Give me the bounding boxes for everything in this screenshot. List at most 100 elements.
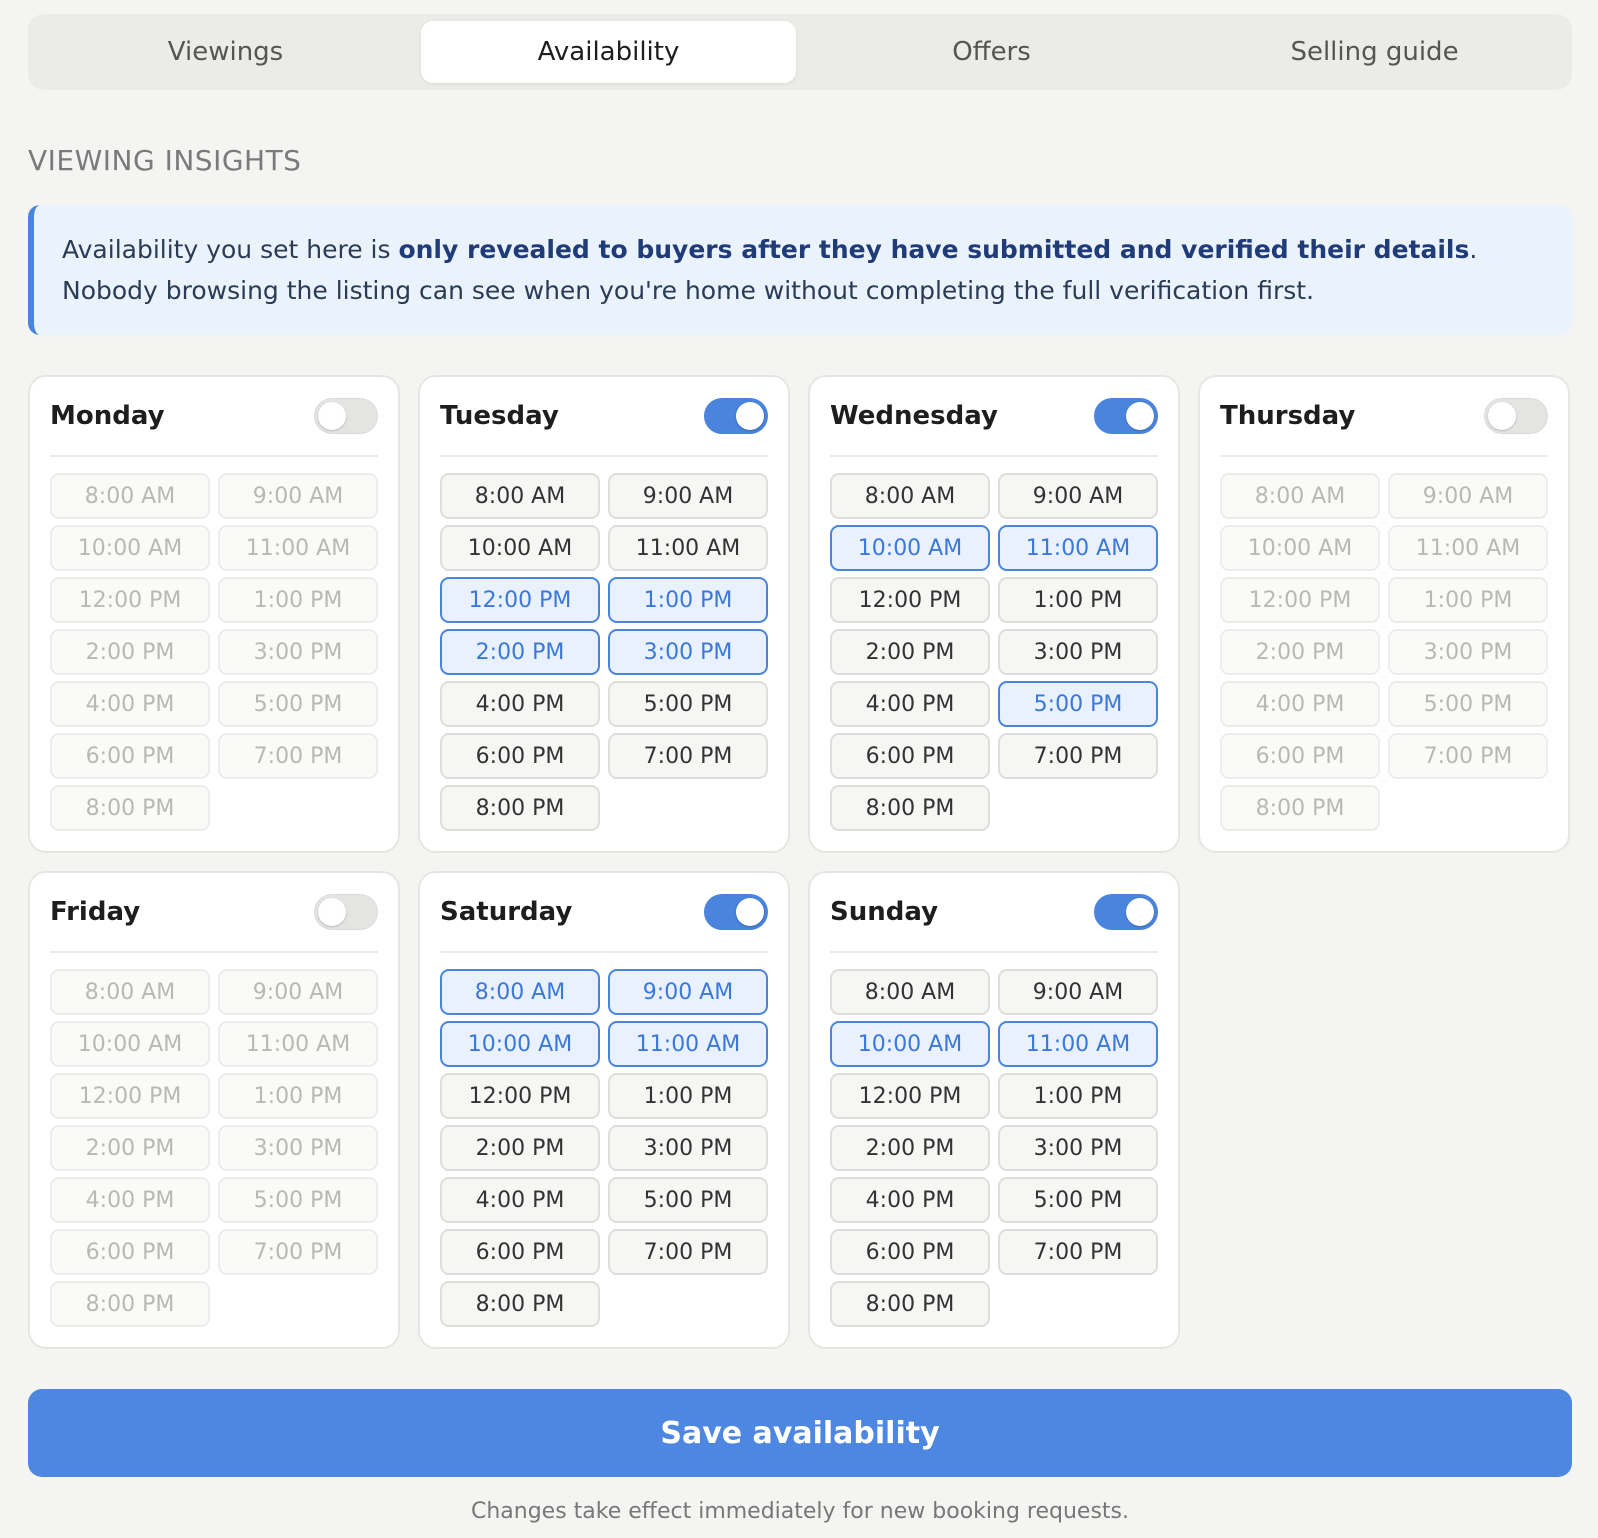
section-title: VIEWING INSIGHTS bbox=[28, 144, 302, 177]
time-slot[interactable]: 8:00 PM bbox=[830, 1281, 990, 1327]
time-slot[interactable]: 8:00 PM bbox=[830, 785, 990, 831]
time-slot: 9:00 AM bbox=[1388, 473, 1548, 519]
time-slot: 10:00 AM bbox=[1220, 525, 1380, 571]
time-slot: 12:00 PM bbox=[50, 577, 210, 623]
time-slot[interactable]: 9:00 AM bbox=[998, 969, 1158, 1015]
day-header: Monday bbox=[50, 377, 378, 457]
time-slot[interactable]: 6:00 PM bbox=[440, 733, 600, 779]
day-card-friday: Friday 8:00 AM 9:00 AM 10:00 AM 11:00 AM 12:0… bbox=[28, 871, 400, 1349]
time-slot[interactable]: 10:00 AM bbox=[830, 1021, 990, 1067]
time-slot: 7:00 PM bbox=[218, 733, 378, 779]
time-slot[interactable]: 5:00 PM bbox=[608, 1177, 768, 1223]
time-slot: 9:00 AM bbox=[218, 969, 378, 1015]
day-card-monday: Monday 8:00 AM 9:00 AM 10:00 AM 11:00 AM 12:0… bbox=[28, 375, 400, 853]
time-slot[interactable]: 9:00 AM bbox=[998, 473, 1158, 519]
day-card-thursday: Thursday 8:00 AM 9:00 AM 10:00 AM 11:00 AM 12… bbox=[1198, 375, 1570, 853]
time-slot: 7:00 PM bbox=[218, 1229, 378, 1275]
time-slot[interactable]: 5:00 PM bbox=[608, 681, 768, 727]
time-slot: 11:00 AM bbox=[218, 1021, 378, 1067]
time-slot[interactable]: 8:00 AM bbox=[830, 473, 990, 519]
time-slots: 8:00 AM 9:00 AM 10:00 AM 11:00 AM 12:00 PM 1:… bbox=[440, 969, 768, 1327]
save-availability-button[interactable]: Save availability bbox=[28, 1389, 1572, 1477]
time-slot[interactable]: 8:00 AM bbox=[830, 969, 990, 1015]
time-slot: 6:00 PM bbox=[1220, 733, 1380, 779]
day-header: Sunday bbox=[830, 873, 1158, 953]
time-slots: 8:00 AM 9:00 AM 10:00 AM 11:00 AM 12:00 PM 1:… bbox=[50, 473, 378, 831]
time-slot[interactable]: 1:00 PM bbox=[998, 577, 1158, 623]
tab-availability[interactable]: Availability bbox=[421, 21, 796, 83]
time-slot[interactable]: 10:00 AM bbox=[440, 525, 600, 571]
toggle-tuesday[interactable] bbox=[704, 398, 768, 434]
time-slot[interactable]: 12:00 PM bbox=[440, 1073, 600, 1119]
time-slot[interactable]: 3:00 PM bbox=[608, 629, 768, 675]
time-slot[interactable]: 1:00 PM bbox=[998, 1073, 1158, 1119]
tab-offers[interactable]: Offers bbox=[804, 21, 1179, 83]
time-slot[interactable]: 4:00 PM bbox=[830, 681, 990, 727]
tab-viewings[interactable]: Viewings bbox=[38, 21, 413, 83]
toggle-friday[interactable] bbox=[314, 894, 378, 930]
time-slot: 4:00 PM bbox=[50, 681, 210, 727]
toggle-thursday[interactable] bbox=[1484, 398, 1548, 434]
time-slot[interactable]: 6:00 PM bbox=[830, 733, 990, 779]
time-slot[interactable]: 7:00 PM bbox=[608, 1229, 768, 1275]
time-slot: 8:00 PM bbox=[50, 785, 210, 831]
day-header: Wednesday bbox=[830, 377, 1158, 457]
time-slot[interactable]: 12:00 PM bbox=[440, 577, 600, 623]
time-slot[interactable]: 10:00 AM bbox=[830, 525, 990, 571]
toggle-knob bbox=[1126, 898, 1154, 926]
time-slots: 8:00 AM 9:00 AM 10:00 AM 11:00 AM 12:00 PM 1:… bbox=[50, 969, 378, 1327]
time-slot[interactable]: 3:00 PM bbox=[998, 1125, 1158, 1171]
day-header: Saturday bbox=[440, 873, 768, 953]
toggle-monday[interactable] bbox=[314, 398, 378, 434]
toggle-saturday[interactable] bbox=[704, 894, 768, 930]
time-slot[interactable]: 8:00 AM bbox=[440, 473, 600, 519]
time-slot[interactable]: 7:00 PM bbox=[998, 733, 1158, 779]
time-slot: 9:00 AM bbox=[218, 473, 378, 519]
time-slot[interactable]: 4:00 PM bbox=[830, 1177, 990, 1223]
time-slot[interactable]: 6:00 PM bbox=[830, 1229, 990, 1275]
time-slot[interactable]: 11:00 AM bbox=[998, 1021, 1158, 1067]
time-slot[interactable]: 12:00 PM bbox=[830, 1073, 990, 1119]
time-slot[interactable]: 9:00 AM bbox=[608, 969, 768, 1015]
day-card-wednesday: Wednesday 8:00 AM 9:00 AM 10:00 AM 11:00 AM 1… bbox=[808, 375, 1180, 853]
tab-selling-guide[interactable]: Selling guide bbox=[1187, 21, 1562, 83]
time-slot[interactable]: 2:00 PM bbox=[440, 629, 600, 675]
time-slot[interactable]: 6:00 PM bbox=[440, 1229, 600, 1275]
time-slot: 8:00 PM bbox=[1220, 785, 1380, 831]
toggle-wednesday[interactable] bbox=[1094, 398, 1158, 434]
time-slot[interactable]: 1:00 PM bbox=[608, 577, 768, 623]
time-slot[interactable]: 11:00 AM bbox=[998, 525, 1158, 571]
time-slots: 8:00 AM 9:00 AM 10:00 AM 11:00 AM 12:00 PM 1:… bbox=[440, 473, 768, 831]
time-slot[interactable]: 2:00 PM bbox=[830, 1125, 990, 1171]
notice-prefix: Availability you set here is bbox=[62, 235, 399, 264]
days-grid: Monday 8:00 AM 9:00 AM 10:00 AM 11:00 AM 12:0… bbox=[28, 375, 1572, 1349]
tab-bar: Viewings Availability Offers Selling gui… bbox=[28, 14, 1572, 90]
time-slot[interactable]: 4:00 PM bbox=[440, 1177, 600, 1223]
availability-page: Viewings Availability Offers Selling gui… bbox=[28, 14, 1572, 1524]
time-slot[interactable]: 11:00 AM bbox=[608, 1021, 768, 1067]
time-slot[interactable]: 8:00 PM bbox=[440, 1281, 600, 1327]
time-slot[interactable]: 10:00 AM bbox=[440, 1021, 600, 1067]
toggle-sunday[interactable] bbox=[1094, 894, 1158, 930]
time-slot[interactable]: 5:00 PM bbox=[998, 1177, 1158, 1223]
time-slot[interactable]: 1:00 PM bbox=[608, 1073, 768, 1119]
time-slot[interactable]: 5:00 PM bbox=[998, 681, 1158, 727]
time-slot[interactable]: 9:00 AM bbox=[608, 473, 768, 519]
time-slot[interactable]: 7:00 PM bbox=[608, 733, 768, 779]
toggle-knob bbox=[318, 898, 346, 926]
time-slot: 3:00 PM bbox=[1388, 629, 1548, 675]
time-slot[interactable]: 12:00 PM bbox=[830, 577, 990, 623]
time-slot[interactable]: 4:00 PM bbox=[440, 681, 600, 727]
time-slot[interactable]: 11:00 AM bbox=[608, 525, 768, 571]
toggle-knob bbox=[736, 402, 764, 430]
time-slot[interactable]: 8:00 PM bbox=[440, 785, 600, 831]
time-slot[interactable]: 2:00 PM bbox=[440, 1125, 600, 1171]
time-slot: 4:00 PM bbox=[50, 1177, 210, 1223]
notice-bold: only revealed to buyers after they have … bbox=[398, 235, 1470, 264]
time-slot[interactable]: 7:00 PM bbox=[998, 1229, 1158, 1275]
privacy-notice: Availability you set here is only reveal… bbox=[28, 205, 1572, 335]
time-slot[interactable]: 8:00 AM bbox=[440, 969, 600, 1015]
time-slot[interactable]: 2:00 PM bbox=[830, 629, 990, 675]
time-slot[interactable]: 3:00 PM bbox=[998, 629, 1158, 675]
time-slot[interactable]: 3:00 PM bbox=[608, 1125, 768, 1171]
